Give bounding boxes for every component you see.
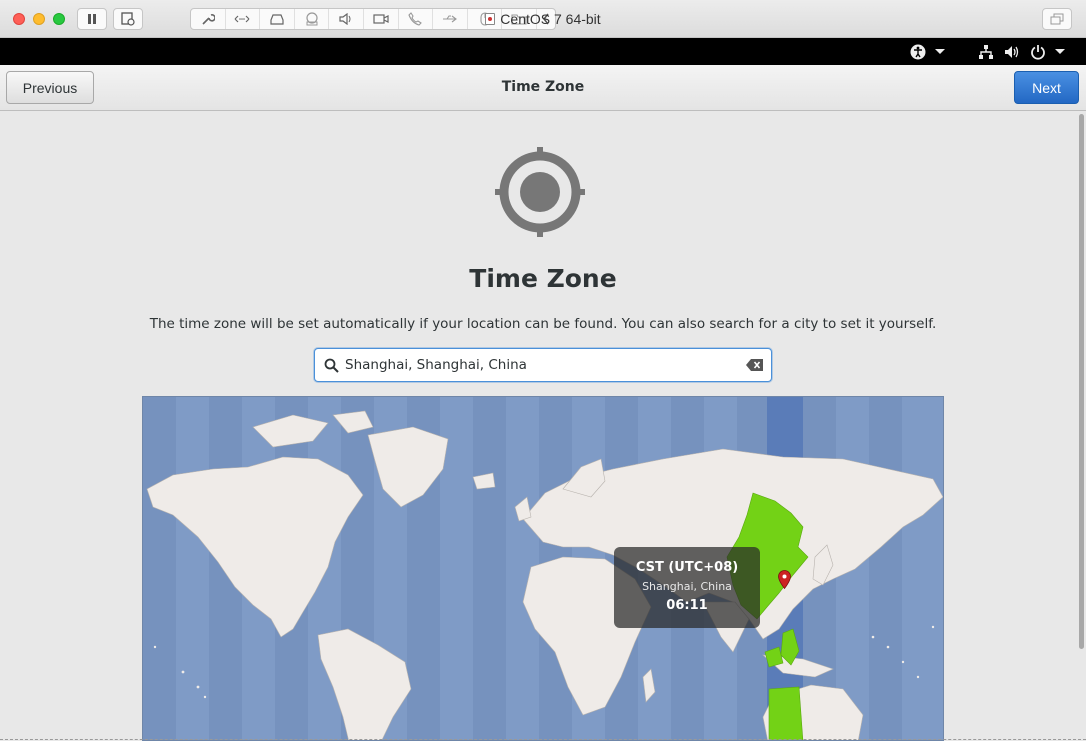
clear-search-icon[interactable] xyxy=(746,358,764,372)
page-heading: Time Zone xyxy=(469,264,617,293)
gnome-top-bar xyxy=(0,38,1086,65)
window-title: CentOS 7 64-bit xyxy=(0,11,1086,27)
header-title: Time Zone xyxy=(501,79,585,95)
chevron-down-icon xyxy=(1055,48,1065,54)
location-pin-icon[interactable] xyxy=(778,570,791,589)
unity-mode-button[interactable] xyxy=(1042,8,1072,30)
content-scrollbar[interactable] xyxy=(1079,114,1084,649)
system-status-menu[interactable] xyxy=(978,43,1066,60)
volume-icon xyxy=(1005,45,1019,58)
window-titlebar: CentOS 7 64-bit xyxy=(0,0,1086,38)
windows-stack-icon xyxy=(1050,13,1064,25)
network-wired-icon xyxy=(979,44,993,59)
window-title-text: CentOS 7 64-bit xyxy=(500,11,601,27)
window-bottom-edge xyxy=(0,739,1086,740)
search-icon xyxy=(324,358,339,373)
timezone-map[interactable] xyxy=(142,396,944,741)
timezone-tooltip: CST (UTC+08) Shanghai, China 06:11 xyxy=(614,547,760,628)
location-target-icon xyxy=(495,147,585,237)
vm-document-icon xyxy=(485,13,496,25)
next-button[interactable]: Next xyxy=(1014,71,1079,104)
city-search-input[interactable] xyxy=(345,353,740,377)
installer-header: Previous Time Zone Next xyxy=(0,65,1086,111)
accessibility-menu[interactable] xyxy=(910,43,946,60)
tooltip-location: Shanghai, China xyxy=(642,580,732,593)
accessibility-icon xyxy=(910,44,926,59)
page-description: The time zone will be set automatically … xyxy=(149,316,937,332)
tooltip-timezone: CST (UTC+08) xyxy=(635,560,739,575)
tooltip-time: 06:11 xyxy=(666,598,708,613)
city-search-box xyxy=(314,348,772,382)
power-icon xyxy=(1031,44,1045,60)
chevron-down-icon xyxy=(935,48,945,54)
